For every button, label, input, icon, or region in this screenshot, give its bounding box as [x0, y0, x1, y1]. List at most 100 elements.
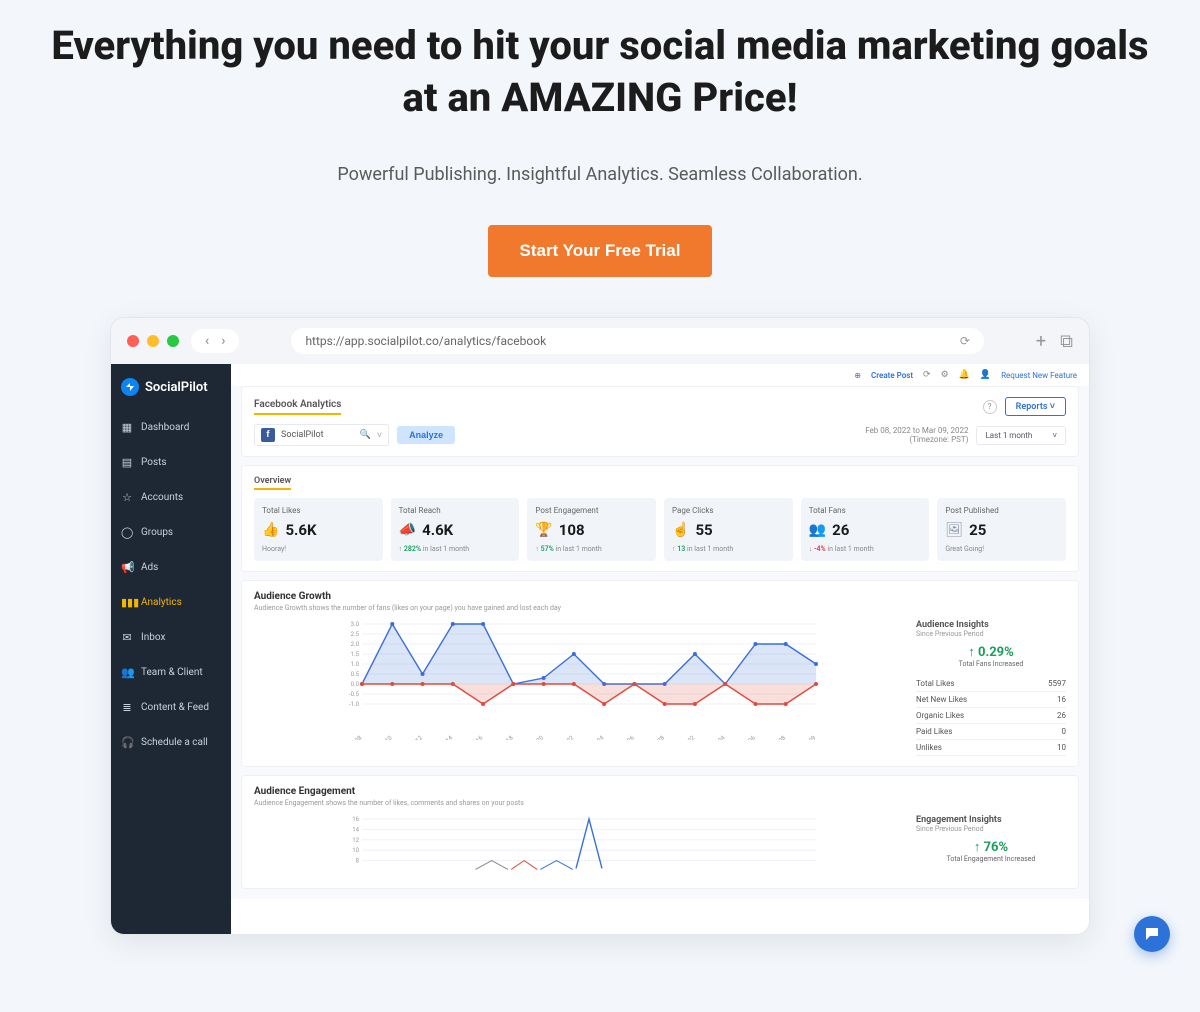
svg-text:2022-02-22: 2022-02-22	[549, 734, 576, 740]
card-value: 108	[559, 521, 585, 539]
sidebar-item-schedule-a-call[interactable]: 🎧Schedule a call	[111, 725, 231, 760]
svg-text:2022-02-08: 2022-02-08	[337, 734, 364, 740]
chevron-down-icon: ˅	[1052, 431, 1057, 440]
audience-growth-title: Audience Growth	[254, 591, 1066, 602]
bell-icon[interactable]: 🔔	[959, 370, 970, 380]
card-value: 5.6K	[285, 521, 316, 539]
sidebar-item-label: Groups	[141, 527, 173, 538]
svg-text:2022-02-26: 2022-02-26	[609, 734, 636, 740]
fans-increased-pct: ↑ 0.29%	[916, 644, 1066, 660]
stat-card-total-reach: Total Reach 📣4.6K ↑ 282% in last 1 month	[391, 498, 520, 561]
card-icon: ☝	[672, 522, 689, 538]
engagement-insights: Engagement Insights Since Previous Perio…	[916, 815, 1066, 878]
eng-insights-title: Engagement Insights	[916, 815, 1066, 825]
audience-growth-panel: Audience Growth Audience Growth shows th…	[241, 580, 1079, 767]
maximize-icon[interactable]	[167, 335, 179, 347]
user-icon[interactable]: 👤	[980, 370, 991, 380]
chat-fab[interactable]	[1134, 916, 1170, 952]
cta-button[interactable]: Start Your Free Trial	[488, 225, 713, 277]
posts-icon: ▤	[121, 456, 133, 469]
analyze-button[interactable]: Analyze	[397, 426, 455, 444]
forward-icon[interactable]: ›	[215, 333, 231, 349]
ins-row-organic-likes: Organic Likes26	[916, 708, 1066, 724]
refresh-icon[interactable]: ⟳	[923, 370, 931, 380]
card-value: 55	[695, 521, 712, 539]
minimize-icon[interactable]	[147, 335, 159, 347]
address-bar[interactable]: https://app.socialpilot.co/analytics/fac…	[291, 328, 983, 354]
close-icon[interactable]	[127, 335, 139, 347]
search-icon[interactable]: 🔍	[360, 430, 371, 440]
page-title: Facebook Analytics	[254, 399, 341, 415]
card-title: Page Clicks	[672, 506, 785, 515]
card-sub: ↓ -4% in last 1 month	[809, 545, 922, 553]
chevron-down-icon: ˅	[1050, 402, 1055, 412]
account-selector[interactable]: f SocialPilot 🔍 ˅	[254, 424, 389, 446]
sidebar-item-content-feed[interactable]: ≣Content & Feed	[111, 690, 231, 725]
sidebar-item-posts[interactable]: ▤Posts	[111, 445, 231, 480]
card-icon: 🖼	[945, 522, 963, 538]
audience-growth-desc: Audience Growth shows the number of fans…	[254, 604, 1066, 612]
card-title: Post Published	[945, 506, 1058, 515]
svg-text:1.0: 1.0	[351, 661, 360, 668]
ins-row-unlikes: Unlikes10	[916, 740, 1066, 756]
card-value: 25	[969, 521, 986, 539]
svg-text:2022-03-02: 2022-03-02	[670, 734, 697, 740]
sidebar-item-label: Team & Client	[141, 667, 203, 678]
create-post-button[interactable]: Create Post	[871, 371, 913, 380]
sidebar-item-dashboard[interactable]: ▦Dashboard	[111, 410, 231, 445]
browser-bar: ‹ › https://app.socialpilot.co/analytics…	[111, 318, 1089, 364]
ins-row-paid-likes: Paid Likes0	[916, 724, 1066, 740]
audience-engagement-panel: Audience Engagement Audience Engagement …	[241, 775, 1079, 889]
svg-text:16: 16	[352, 816, 359, 823]
sidebar-item-analytics[interactable]: ▮▮▮Analytics	[111, 585, 231, 620]
accounts-icon: ☆	[121, 491, 133, 504]
svg-text:2022-03-08: 2022-03-08	[761, 734, 788, 740]
overview-panel: Overview Total Likes 👍5.6K Hooray! Total…	[241, 465, 1079, 572]
svg-text:0.5: 0.5	[351, 671, 360, 678]
sidebar-item-label: Inbox	[141, 632, 165, 643]
add-tab-icon[interactable]: +	[1036, 331, 1046, 352]
eng-pct-label: Total Engagement Increased	[916, 855, 1066, 863]
logo-icon	[121, 378, 139, 396]
account-name: SocialPilot	[281, 430, 324, 440]
card-sub: ↑ 57% in last 1 month	[535, 545, 648, 553]
card-icon: 📣	[399, 522, 416, 538]
card-icon: 👥	[809, 522, 826, 538]
card-title: Total Fans	[809, 506, 922, 515]
card-sub: ↑ 282% in last 1 month	[399, 545, 512, 553]
card-title: Total Likes	[262, 506, 375, 515]
svg-text:3.0: 3.0	[351, 621, 360, 628]
gear-icon[interactable]: ⚙	[941, 370, 949, 380]
request-feature-link[interactable]: Request New Feature	[1001, 371, 1077, 380]
create-post-add-icon[interactable]: ⊕	[854, 371, 861, 380]
stat-card-total-fans: Total Fans 👥 26 ↓ -4% in last 1 month	[801, 498, 930, 561]
card-icon: 👍	[262, 522, 279, 538]
reload-icon[interactable]: ⟳	[960, 334, 970, 348]
content-feed-icon: ≣	[121, 701, 133, 714]
sidebar-item-accounts[interactable]: ☆Accounts	[111, 480, 231, 515]
period-select[interactable]: Last 1 month˅	[976, 426, 1066, 445]
svg-text:1.5: 1.5	[351, 651, 360, 658]
svg-text:2.0: 2.0	[351, 641, 360, 648]
logo[interactable]: SocialPilot	[111, 364, 231, 410]
svg-text:2022-03-09: 2022-03-09	[791, 734, 817, 740]
analytics-icon: ▮▮▮	[121, 596, 133, 609]
sidebar-item-ads[interactable]: 📢Ads	[111, 550, 231, 585]
sidebar-item-team-client[interactable]: 👥Team & Client	[111, 655, 231, 690]
reports-button[interactable]: Reports ˅	[1005, 397, 1066, 416]
tabs-icon[interactable]: ⧉	[1060, 331, 1073, 352]
svg-text:-0.5: -0.5	[349, 691, 360, 698]
card-value: 26	[832, 521, 849, 539]
stat-card-total-likes: Total Likes 👍5.6K Hooray!	[254, 498, 383, 561]
nav-arrows: ‹ ›	[191, 329, 239, 353]
sidebar-item-groups[interactable]: ◯ Groups	[111, 515, 231, 550]
overview-label: Overview	[254, 476, 291, 490]
screenshot-frame: ‹ › https://app.socialpilot.co/analytics…	[110, 317, 1090, 935]
chevron-down-icon[interactable]: ˅	[377, 430, 382, 441]
back-icon[interactable]: ‹	[199, 333, 215, 349]
card-title: Post Engagement	[535, 506, 648, 515]
inbox-icon: ✉	[121, 631, 133, 644]
groups-icon: ◯	[121, 526, 133, 539]
help-icon[interactable]: ?	[983, 400, 997, 414]
sidebar-item-inbox[interactable]: ✉ Inbox	[111, 620, 231, 655]
